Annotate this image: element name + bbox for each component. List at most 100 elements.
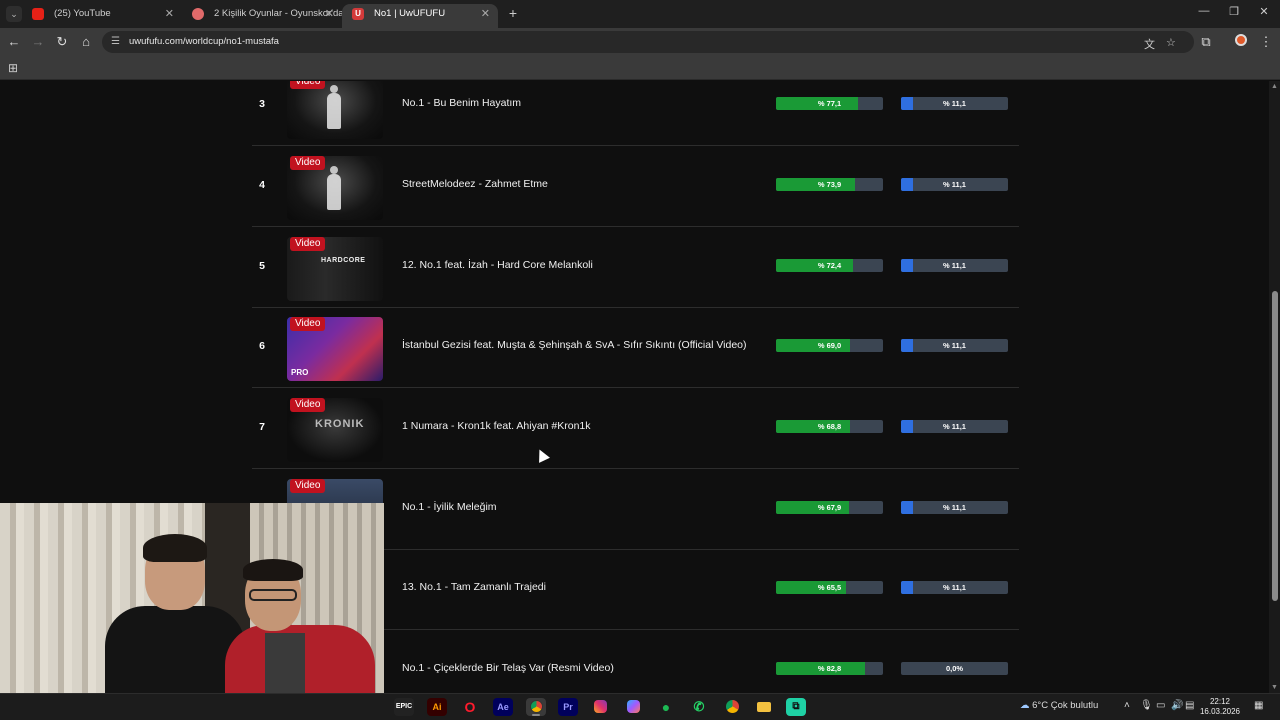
video-thumbnail[interactable]: KRONIK Video	[287, 398, 383, 462]
thumbnail-text: PRO	[291, 368, 309, 377]
close-icon[interactable]: ✕	[481, 4, 490, 24]
close-icon[interactable]: ✕	[165, 4, 174, 24]
win-rate-bar: % 72,4	[776, 259, 883, 272]
windows-taskbar: EPIC Ai O Ae Pr ● ✆ ⧉ ☁ 6°C Çok bulutlu …	[0, 693, 1280, 720]
win-rate-bar: % 77,1	[776, 97, 883, 110]
tab-label: 2 Kişilik Oyunlar - Oyunskor'da	[214, 8, 342, 19]
microphone-icon[interactable]: 🎙	[1140, 700, 1153, 711]
tab-uwufufu[interactable]: U No1 | UwUFUFU ✕	[342, 4, 498, 28]
item-title: No.1 - Çiçeklerde Bir Telaş Var (Resmi V…	[402, 662, 614, 674]
win-rate-label: % 67,9	[817, 503, 842, 512]
camera-icon[interactable]: ▭	[1156, 700, 1165, 711]
url-text[interactable]: uwufufu.com/worldcup/no1-mustafa	[129, 36, 279, 47]
final-rate-bar: % 11,1	[901, 339, 1008, 352]
whatsapp-icon[interactable]: ✆	[689, 698, 709, 716]
rank-number: 6	[259, 340, 265, 352]
final-rate-label: % 11,1	[943, 180, 966, 189]
home-icon[interactable]: ⌂	[78, 34, 94, 50]
video-thumbnail[interactable]: PRO Video	[287, 317, 383, 381]
final-rate-label: % 11,1	[943, 503, 966, 512]
scrollbar-thumb[interactable]	[1272, 291, 1278, 601]
clock-date: 16.03.2026	[1199, 707, 1241, 716]
item-title: 1 Numara - Kron1k feat. Ahiyan #Kron1k	[402, 420, 591, 432]
back-arrow-icon[interactable]: ←	[6, 34, 22, 50]
capcut-icon[interactable]: ⧉	[786, 698, 806, 716]
after-effects-icon[interactable]: Ae	[493, 698, 513, 716]
network-icon[interactable]: ▤	[1185, 700, 1194, 711]
table-row: 4 Video StreetMelodeez - Zahmet Etme % 7…	[252, 147, 1019, 227]
extensions-icon[interactable]: ⧉	[1198, 34, 1214, 50]
item-title: StreetMelodeez - Zahmet Etme	[402, 178, 548, 190]
final-rate-label: 0,0%	[945, 664, 964, 673]
chrome-profile-icon[interactable]	[722, 698, 742, 716]
item-title: İstanbul Gezisi feat. Muşta & Şehinşah &…	[402, 339, 747, 351]
final-rate-label: % 11,1	[943, 261, 966, 270]
profile-avatar[interactable]	[1233, 34, 1249, 50]
address-bar[interactable]: ☰ uwufufu.com/worldcup/no1-mustafa 文 ☆	[102, 31, 1194, 53]
win-rate-label: % 77,1	[817, 99, 842, 108]
item-title: No.1 - İyilik Meleğim	[402, 501, 497, 513]
scroll-up-arrow-icon[interactable]: ▲	[1271, 83, 1278, 90]
win-rate-label: % 69,0	[817, 341, 842, 350]
apps-grid-icon[interactable]: ⊞	[8, 61, 18, 75]
illustrator-icon[interactable]: Ai	[427, 698, 447, 716]
restore-button[interactable]: ❐	[1224, 5, 1244, 18]
copilot-icon[interactable]	[623, 698, 643, 716]
notification-icon[interactable]: ▦	[1254, 700, 1263, 711]
win-rate-bar: % 73,9	[776, 178, 883, 191]
item-title: 12. No.1 feat. İzah - Hard Core Melankol…	[402, 259, 593, 271]
tray-chevron-up-icon[interactable]: ˄	[1124, 700, 1130, 711]
new-tab-button[interactable]: +	[506, 5, 520, 21]
instagram-icon[interactable]	[590, 698, 610, 716]
final-rate-bar: % 11,1	[901, 97, 1008, 110]
epic-games-icon[interactable]: EPIC	[394, 698, 414, 716]
reload-icon[interactable]: ↻	[54, 34, 70, 50]
close-window-button[interactable]: ✕	[1254, 5, 1274, 18]
win-rate-label: % 65,5	[817, 583, 842, 592]
file-explorer-icon[interactable]	[754, 698, 774, 716]
weather-text: 6°C Çok bulutlu	[1032, 700, 1099, 711]
win-rate-bar: % 82,8	[776, 662, 883, 675]
spotify-icon[interactable]: ●	[656, 698, 676, 716]
chrome-icon[interactable]	[526, 698, 546, 716]
rank-number: 3	[259, 98, 265, 110]
win-rate-bar: % 68,8	[776, 420, 883, 433]
minimize-button[interactable]: —	[1194, 5, 1214, 17]
win-rate-bar: % 69,0	[776, 339, 883, 352]
translate-icon[interactable]: 文	[1144, 36, 1155, 52]
final-rate-bar: 0,0%	[901, 662, 1008, 675]
item-title: 13. No.1 - Tam Zamanlı Trajedi	[402, 581, 546, 593]
video-badge: Video	[290, 237, 326, 251]
forward-arrow-icon[interactable]: →	[30, 34, 46, 50]
volume-icon[interactable]: 🔊	[1171, 700, 1183, 711]
rank-number: 7	[259, 421, 265, 433]
tab-youtube[interactable]: (25) YouTube ✕	[22, 4, 182, 28]
page-scrollbar[interactable]: ▲ ▼	[1269, 81, 1280, 693]
close-icon[interactable]: ✕	[325, 4, 334, 24]
bookmark-star-icon[interactable]: ☆	[1166, 36, 1176, 49]
video-thumbnail[interactable]: Video	[287, 156, 383, 220]
opera-icon[interactable]: O	[460, 698, 480, 716]
menu-kebab-icon[interactable]: ⋮	[1258, 34, 1274, 50]
tab-label: (25) YouTube	[54, 8, 111, 19]
tab-oyunskor[interactable]: 2 Kişilik Oyunlar - Oyunskor'da ✕	[182, 4, 342, 28]
win-rate-label: % 82,8	[817, 664, 842, 673]
tab-search-chevron-icon[interactable]: ⌄	[6, 6, 22, 22]
weather-widget[interactable]: ☁ 6°C Çok bulutlu	[1020, 700, 1098, 711]
final-rate-bar: % 11,1	[901, 178, 1008, 191]
final-rate-label: % 11,1	[943, 422, 966, 431]
system-clock[interactable]: 22:12 16.03.2026	[1199, 697, 1241, 717]
win-rate-label: % 73,9	[817, 180, 842, 189]
win-rate-bar: % 65,5	[776, 581, 883, 594]
webcam-overlay	[0, 503, 384, 720]
scroll-down-arrow-icon[interactable]: ▼	[1271, 684, 1278, 691]
video-thumbnail[interactable]: Video	[287, 81, 383, 139]
video-badge: Video	[290, 156, 326, 170]
win-rate-label: % 72,4	[817, 261, 842, 270]
bookmarks-bar: ⊞	[0, 56, 1280, 80]
tab-label: No1 | UwUFUFU	[374, 8, 446, 19]
premiere-icon[interactable]: Pr	[558, 698, 578, 716]
final-rate-bar: % 11,1	[901, 259, 1008, 272]
video-thumbnail[interactable]: HARDCORE Video	[287, 237, 383, 301]
site-info-icon[interactable]: ☰	[111, 36, 120, 47]
